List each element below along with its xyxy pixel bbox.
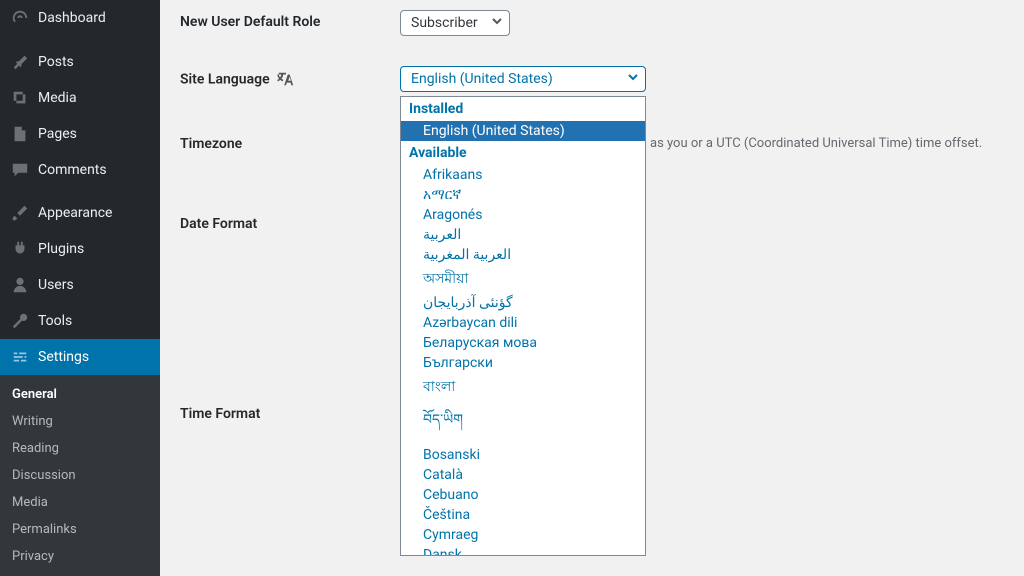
language-option[interactable]: Čeština (401, 505, 645, 525)
language-option[interactable]: Cebuano (401, 485, 645, 505)
language-option[interactable]: বাংলা (401, 373, 645, 401)
label-site-language: Site Language (180, 66, 400, 90)
settings-submenu: General Writing Reading Discussion Media… (0, 375, 160, 576)
sidebar-item-tools[interactable]: Tools (0, 303, 160, 339)
sidebar-item-comments[interactable]: Comments (0, 152, 160, 188)
label-timezone: Timezone (180, 132, 400, 152)
row-new-user-role: New User Default Role Subscriber (180, 10, 1004, 36)
optgroup-installed: Installed (401, 97, 645, 121)
sidebar-item-label: Dashboard (38, 10, 106, 26)
sidebar-item-plugins[interactable]: Plugins (0, 231, 160, 267)
language-option[interactable]: Беларуская мова (401, 333, 645, 353)
sidebar-item-dashboard[interactable]: Dashboard (0, 0, 160, 36)
language-option[interactable]: Azərbaycan dili (401, 313, 645, 333)
language-option[interactable]: العربية المغربية (401, 245, 645, 265)
language-option[interactable]: অসমীয়া (401, 265, 645, 293)
sidebar-item-label: Users (38, 277, 74, 293)
sidebar-item-label: Comments (38, 162, 107, 178)
language-option[interactable]: བོད་ཡིག (401, 401, 645, 445)
language-option[interactable]: Bosanski (401, 445, 645, 465)
submenu-item-media[interactable]: Media (0, 489, 160, 516)
timezone-helper-text: as you or a UTC (Coordinated Universal T… (650, 136, 1004, 151)
optgroup-available: Available (401, 141, 645, 165)
chevron-down-icon (491, 15, 503, 31)
wrench-icon (10, 311, 30, 331)
gauge-icon (10, 8, 30, 28)
language-option[interactable]: Aragonés (401, 205, 645, 225)
sidebar-item-label: Plugins (38, 241, 84, 257)
submenu-item-permalinks[interactable]: Permalinks (0, 516, 160, 543)
select-value: Subscriber (411, 15, 478, 31)
user-icon (10, 275, 30, 295)
brush-icon (10, 203, 30, 223)
settings-general-panel: New User Default Role Subscriber Site La… (160, 0, 1024, 576)
select-site-language[interactable]: English (United States) (400, 66, 646, 92)
plug-icon (10, 239, 30, 259)
sidebar-item-posts[interactable]: Posts (0, 44, 160, 80)
language-option[interactable]: Cymraeg (401, 525, 645, 545)
label-new-user-role: New User Default Role (180, 10, 400, 30)
sidebar-item-label: Pages (38, 126, 77, 142)
submenu-item-writing[interactable]: Writing (0, 408, 160, 435)
media-icon (10, 88, 30, 108)
row-site-language: Site Language English (United States) In… (180, 66, 1004, 92)
language-option[interactable]: አማርኛ (401, 185, 645, 205)
sidebar-item-settings[interactable]: Settings (0, 339, 160, 375)
submenu-item-discussion[interactable]: Discussion (0, 462, 160, 489)
select-value: English (United States) (411, 71, 553, 87)
site-language-dropdown[interactable]: Installed English (United States)Availab… (400, 96, 646, 556)
language-option[interactable]: العربية (401, 225, 645, 245)
sidebar-item-label: Appearance (38, 205, 112, 221)
sliders-icon (10, 347, 30, 367)
translate-icon (277, 70, 297, 90)
sidebar-item-label: Settings (38, 349, 89, 365)
label-time-format: Time Format (180, 402, 400, 422)
submenu-item-reading[interactable]: Reading (0, 435, 160, 462)
submenu-item-general[interactable]: General (0, 381, 160, 408)
label-date-format: Date Format (180, 212, 400, 232)
language-option[interactable]: Afrikaans (401, 165, 645, 185)
sidebar-item-pages[interactable]: Pages (0, 116, 160, 152)
select-new-user-role[interactable]: Subscriber (400, 10, 510, 36)
sidebar-item-users[interactable]: Users (0, 267, 160, 303)
comment-icon (10, 160, 30, 180)
sidebar-item-label: Media (38, 90, 77, 106)
language-option[interactable]: Dansk (401, 545, 645, 556)
chevron-down-icon (627, 71, 639, 87)
sidebar-item-label: Posts (38, 54, 74, 70)
language-option[interactable]: Български (401, 353, 645, 373)
sidebar-item-label: Tools (38, 313, 72, 329)
admin-sidebar: Dashboard Posts Media Pages Comments App… (0, 0, 160, 576)
pin-icon (10, 52, 30, 72)
sidebar-item-media[interactable]: Media (0, 80, 160, 116)
language-option[interactable]: English (United States) (401, 121, 645, 141)
language-option[interactable]: گؤنئی آذربایجان (401, 293, 645, 313)
sidebar-item-appearance[interactable]: Appearance (0, 195, 160, 231)
language-option[interactable]: Català (401, 465, 645, 485)
submenu-item-privacy[interactable]: Privacy (0, 543, 160, 570)
page-icon (10, 124, 30, 144)
